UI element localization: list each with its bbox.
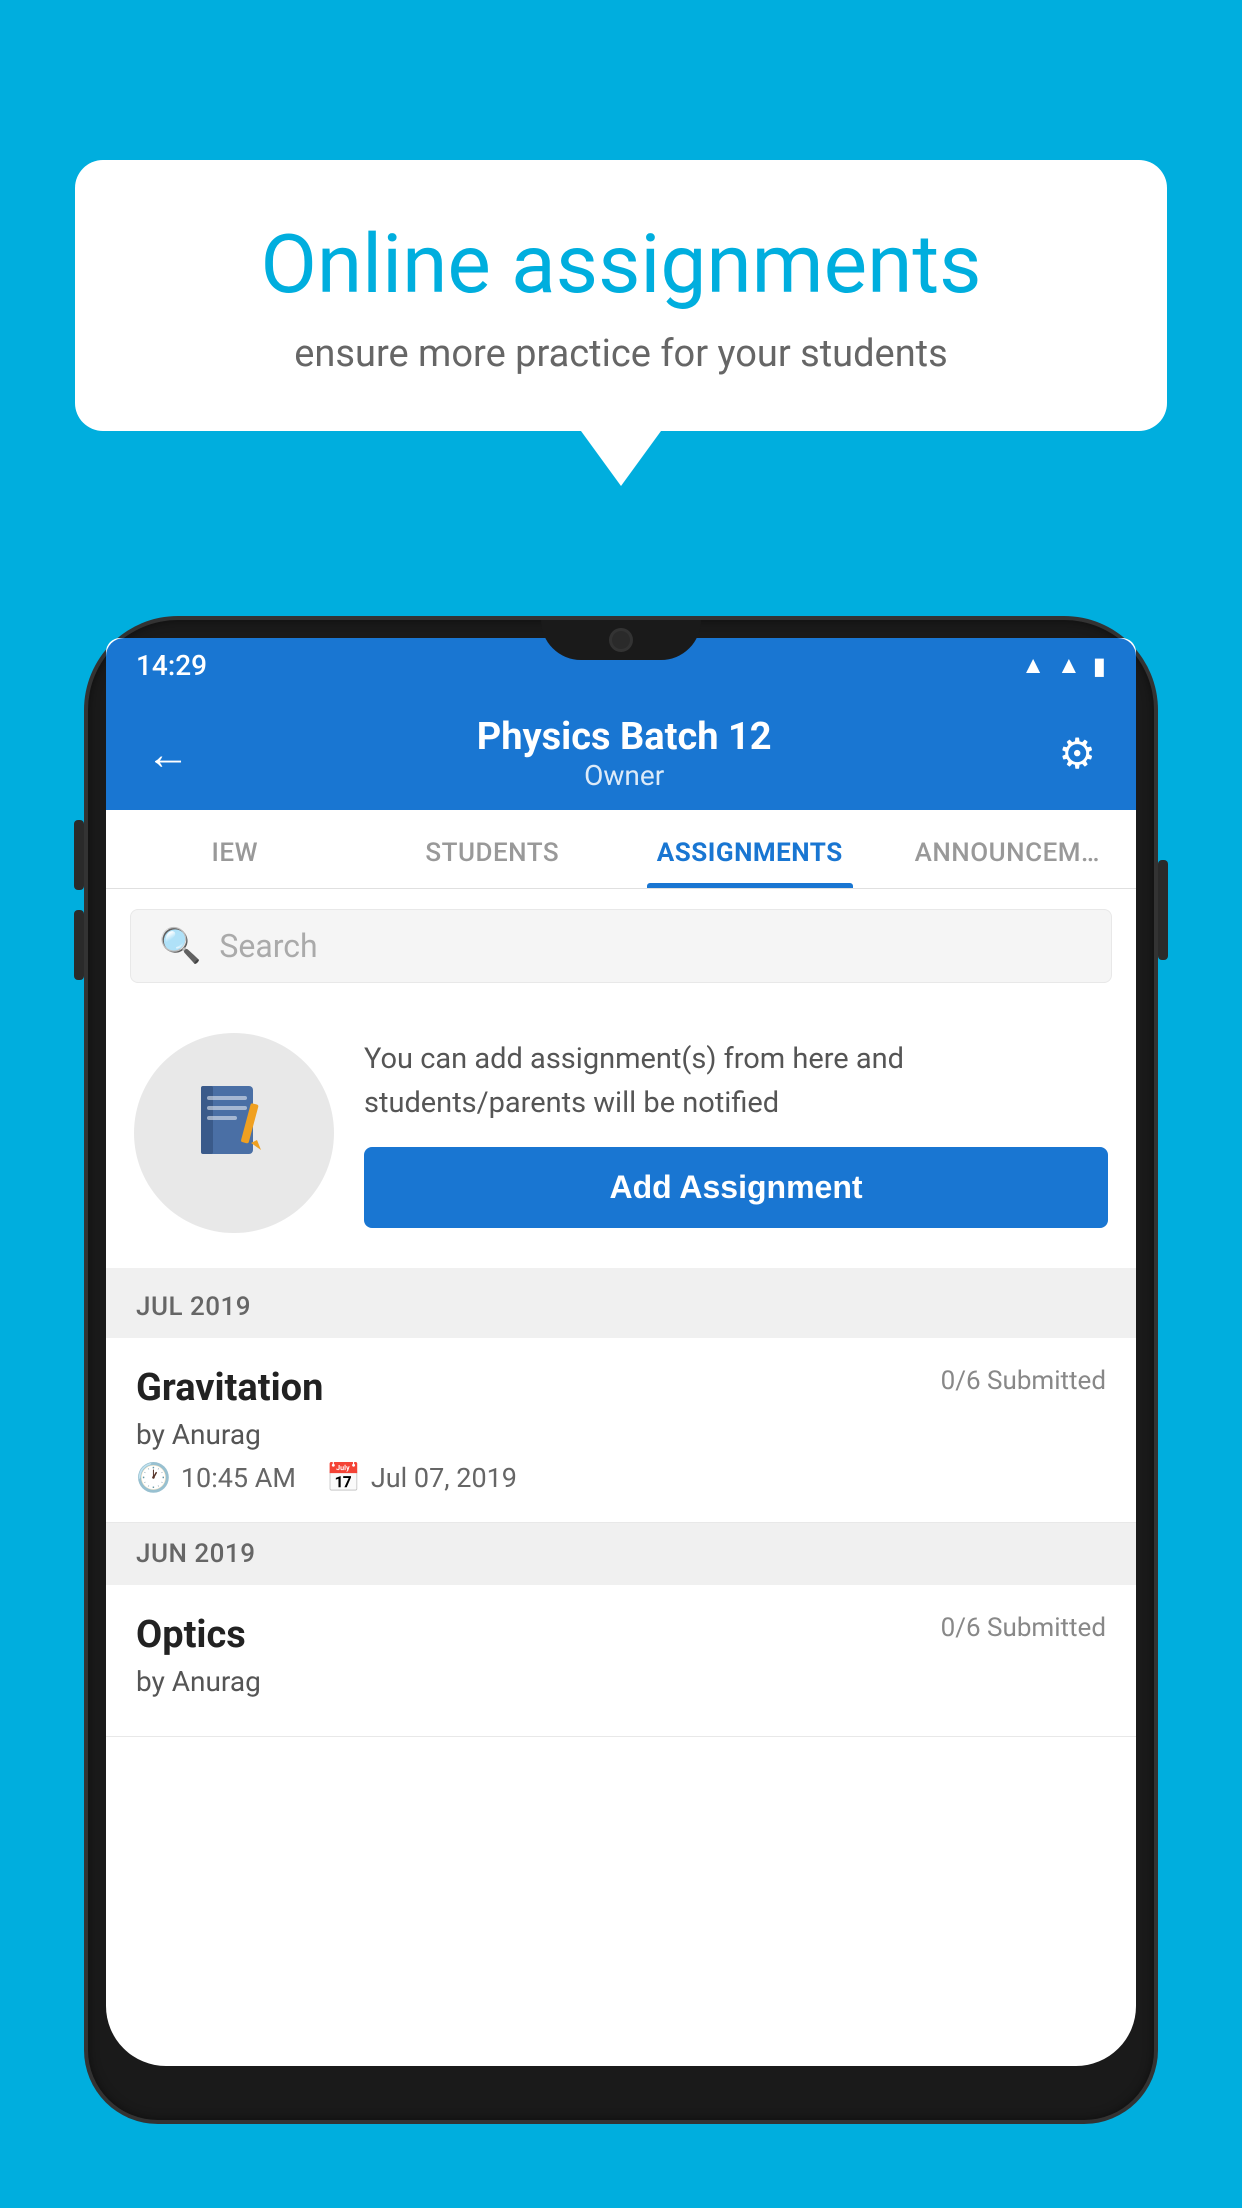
assignment-name-optics: Optics <box>136 1613 246 1657</box>
speech-bubble-subtitle: ensure more practice for your students <box>145 332 1097 376</box>
batch-title: Physics Batch 12 <box>190 715 1058 759</box>
assignment-item-gravitation[interactable]: Gravitation 0/6 Submitted by Anurag 🕐 10… <box>106 1338 1136 1523</box>
tab-iew[interactable]: IEW <box>106 810 364 888</box>
batch-subtitle: Owner <box>190 759 1058 792</box>
search-bar-wrapper: 🔍 Search <box>106 889 1136 1003</box>
power-button <box>1158 860 1168 960</box>
volume-down-button <box>74 910 84 980</box>
front-camera <box>609 628 633 652</box>
tab-bar: IEW STUDENTS ASSIGNMENTS ANNOUNCEM… <box>106 810 1136 889</box>
speech-bubble-card: Online assignments ensure more practice … <box>75 160 1167 431</box>
wifi-icon: ▲ <box>1021 651 1045 680</box>
assignment-name-gravitation: Gravitation <box>136 1366 323 1410</box>
assignment-time-gravitation: 10:45 AM <box>181 1462 296 1494</box>
header-center: Physics Batch 12 Owner <box>190 715 1058 792</box>
assignment-item-top: Gravitation 0/6 Submitted <box>136 1366 1106 1410</box>
meta-date-gravitation: 📅 Jul 07, 2019 <box>326 1461 517 1494</box>
phone-mockup: 14:29 ▲ ▲ ▮ ← Physics Batch 12 Owner ⚙ I… <box>88 620 1154 2208</box>
tab-assignments[interactable]: ASSIGNMENTS <box>621 810 879 888</box>
tab-announcements[interactable]: ANNOUNCEM… <box>879 810 1137 888</box>
tab-students[interactable]: STUDENTS <box>364 810 622 888</box>
calendar-icon: 📅 <box>326 1461 361 1494</box>
promo-icon-circle <box>134 1033 334 1233</box>
add-assignment-promo: You can add assignment(s) from here and … <box>106 1003 1136 1276</box>
assignment-by-optics: by Anurag <box>136 1665 1106 1698</box>
signal-icon: ▲ <box>1057 651 1081 680</box>
speech-bubble-title: Online assignments <box>145 220 1097 310</box>
status-time: 14:29 <box>136 649 207 682</box>
volume-up-button <box>74 820 84 890</box>
clock-icon: 🕐 <box>136 1461 171 1494</box>
search-placeholder: Search <box>219 927 317 965</box>
assignment-date-gravitation: Jul 07, 2019 <box>371 1462 517 1494</box>
notebook-icon <box>189 1078 279 1188</box>
app-screen: 14:29 ▲ ▲ ▮ ← Physics Batch 12 Owner ⚙ I… <box>106 638 1136 2066</box>
speech-bubble-section: Online assignments ensure more practice … <box>75 160 1167 486</box>
phone-body: 14:29 ▲ ▲ ▮ ← Physics Batch 12 Owner ⚙ I… <box>88 620 1154 2120</box>
add-assignment-button[interactable]: Add Assignment <box>364 1147 1108 1228</box>
assignment-submitted-optics: 0/6 Submitted <box>941 1613 1106 1643</box>
meta-time-gravitation: 🕐 10:45 AM <box>136 1461 296 1494</box>
speech-bubble-tail <box>581 431 661 486</box>
settings-icon[interactable]: ⚙ <box>1058 729 1096 779</box>
section-header-jun: JUN 2019 <box>106 1523 1136 1585</box>
phone-notch <box>541 620 701 660</box>
assignment-item-optics[interactable]: Optics 0/6 Submitted by Anurag <box>106 1585 1136 1737</box>
app-header: ← Physics Batch 12 Owner ⚙ <box>106 693 1136 810</box>
status-icons: ▲ ▲ ▮ <box>1021 651 1106 680</box>
promo-text: You can add assignment(s) from here and … <box>364 1038 1108 1125</box>
back-button[interactable]: ← <box>146 728 190 780</box>
promo-content: You can add assignment(s) from here and … <box>364 1038 1108 1228</box>
battery-icon: ▮ <box>1093 652 1106 680</box>
search-bar[interactable]: 🔍 Search <box>130 909 1112 983</box>
assignment-submitted-gravitation: 0/6 Submitted <box>941 1366 1106 1396</box>
assignment-by-gravitation: by Anurag <box>136 1418 1106 1451</box>
assignment-meta-gravitation: 🕐 10:45 AM 📅 Jul 07, 2019 <box>136 1461 1106 1494</box>
search-icon: 🔍 <box>159 926 201 966</box>
assignment-item-top-optics: Optics 0/6 Submitted <box>136 1613 1106 1657</box>
section-header-jul: JUL 2019 <box>106 1276 1136 1338</box>
